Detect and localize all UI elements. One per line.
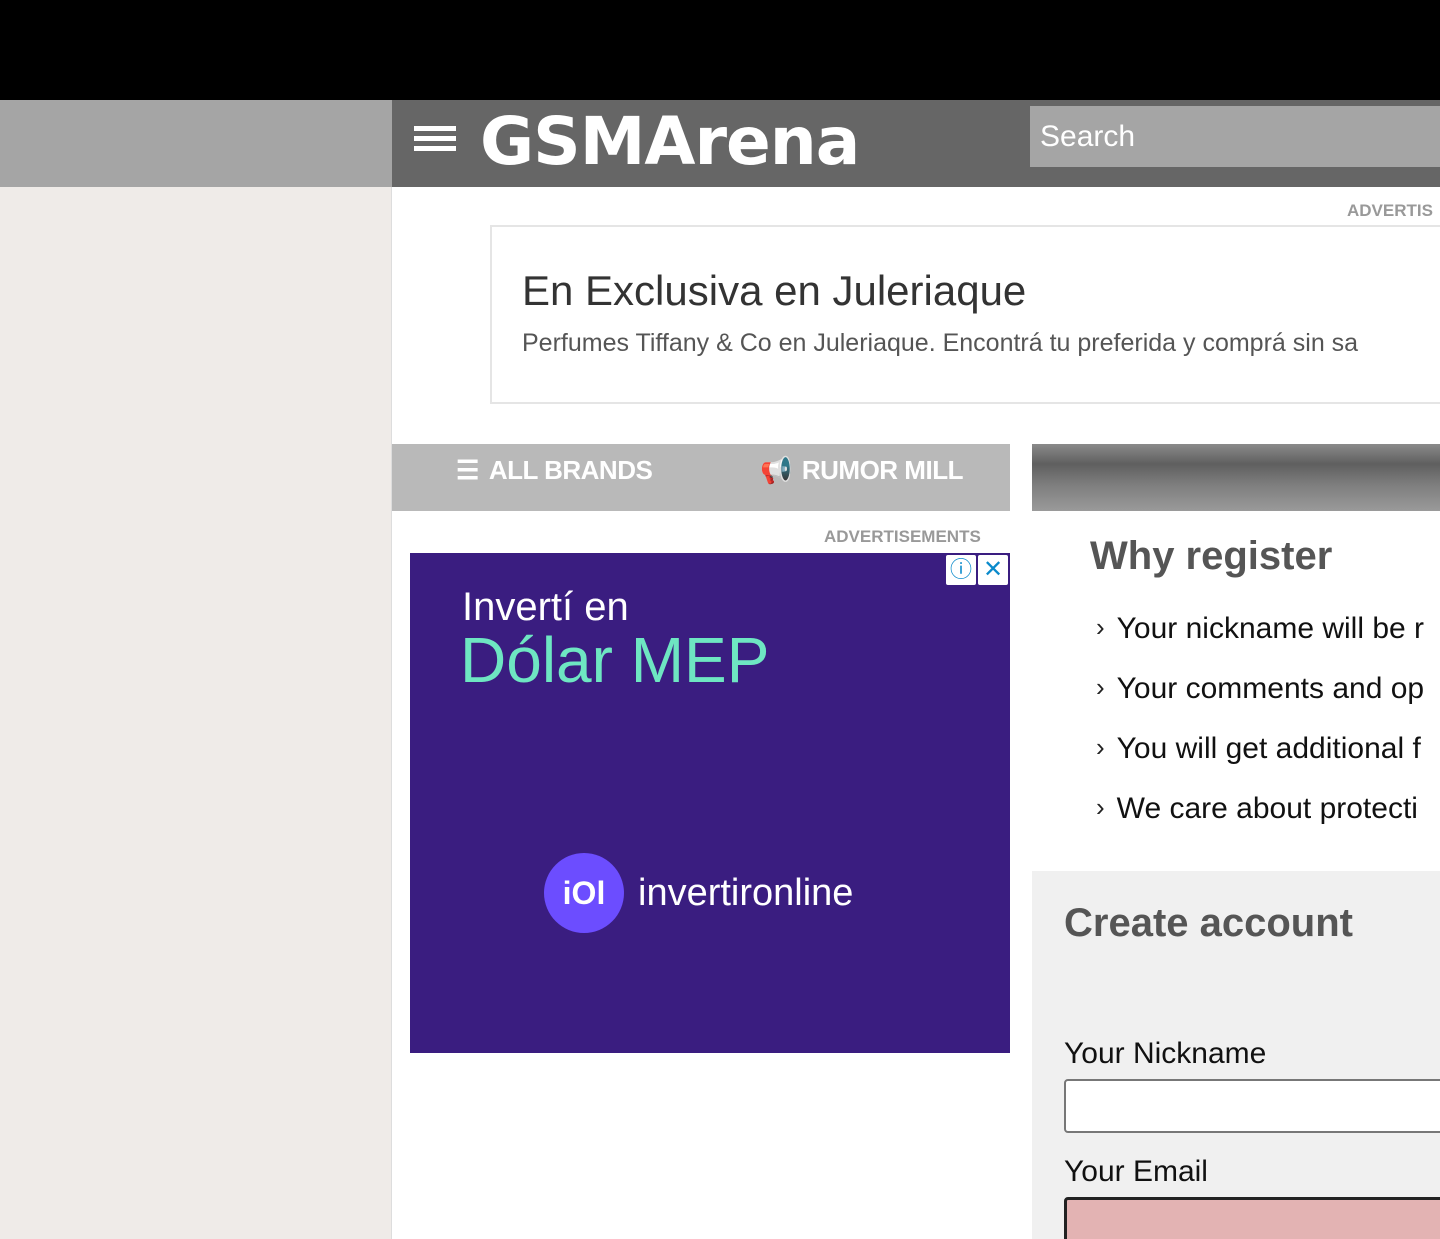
main-content: ADVERTIS En Exclusiva en Juleriaque Perf… [392,187,1440,1239]
list-item: › You will get additional f [1096,732,1424,792]
list-item: › Your nickname will be r [1096,612,1424,672]
chevron-right-icon: › [1096,792,1105,822]
nickname-field[interactable] [1064,1079,1440,1133]
ad-banner-side[interactable]: Invertí en Dólar MEP iOl invertironline … [410,553,1010,1053]
rumor-mill-link[interactable]: 📢 RUMOR MILL [760,450,963,490]
ad-info-icon[interactable]: ⓘ [946,555,976,585]
browser-top-bar [0,0,1440,100]
chevron-right-icon: › [1096,612,1105,642]
register-banner-image [1032,444,1440,511]
email-field[interactable] [1064,1197,1440,1239]
ad-side-brand-name: invertironline [638,871,854,914]
list-icon: ☰ [456,454,479,485]
ad-top-description: Perfumes Tiffany & Co en Juleriaque. Enc… [522,329,1359,357]
advertisement-label-side: ADVERTISEMENTS [824,527,981,546]
left-sidebar [0,187,392,1239]
create-account-title: Create account [1064,901,1353,945]
email-label: Your Email [1064,1155,1208,1188]
why-register-title: Why register [1090,534,1333,578]
list-item: › We care about protecti [1096,792,1424,852]
megaphone-icon: 📢 [760,454,792,485]
chevron-right-icon: › [1096,732,1105,762]
ad-side-brand: iOl invertironline [544,853,853,933]
all-brands-link[interactable]: ☰ ALL BRANDS [456,450,653,490]
site-logo[interactable]: GSMArena [480,102,860,182]
site-header: GSMArena [392,100,1440,187]
ad-banner-top[interactable]: En Exclusiva en Juleriaque Perfumes Tiff… [490,225,1440,404]
ad-close-icon[interactable]: ✕ [978,555,1008,585]
header-left-filler [0,100,392,187]
chevron-right-icon: › [1096,672,1105,702]
list-item: › Your comments and op [1096,672,1424,732]
advertisement-label-top: ADVERTIS [1347,201,1433,220]
nickname-label: Your Nickname [1064,1037,1267,1070]
ad-top-title[interactable]: En Exclusiva en Juleriaque [522,267,1026,315]
why-register-list: › Your nickname will be r › Your comments … [1096,612,1424,852]
register-panel: Why register › Your nickname will be r › Y… [1032,444,1440,1239]
rumor-mill-label: RUMOR MILL [801,454,964,485]
menu-icon[interactable] [414,122,458,156]
all-brands-label: ALL BRANDS [488,454,653,485]
quick-nav: ☰ ALL BRANDS 📢 RUMOR MILL [392,444,1010,511]
ad-side-highlight: Dólar MEP [460,624,770,696]
search-input[interactable] [1030,106,1440,167]
create-account-form: Create account Your Nickname Your Email [1032,871,1440,1239]
invertironline-logo: iOl [544,853,624,933]
